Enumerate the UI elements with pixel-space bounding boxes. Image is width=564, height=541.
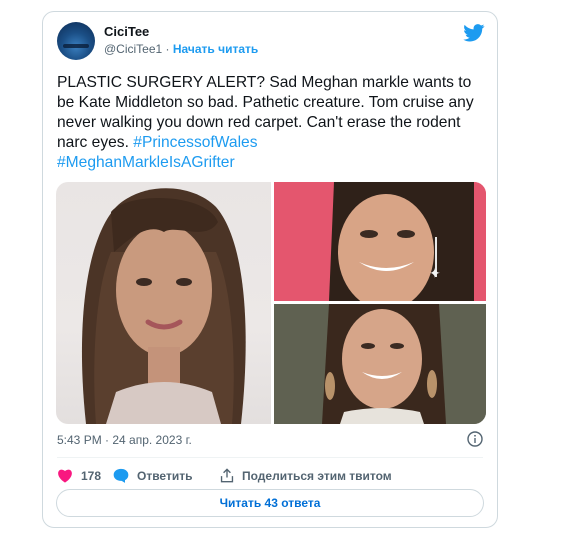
reply-label: Ответить	[137, 468, 193, 483]
tweet-text: PLASTIC SURGERY ALERT? Sad Meghan markle…	[57, 73, 487, 173]
likes-count: 178	[81, 468, 102, 483]
share-label: Поделиться этим твитом	[242, 468, 392, 483]
tweet-header: CiciTee @CiciTee1 · Начать читать	[57, 22, 485, 70]
reply-button[interactable]: Ответить	[113, 468, 192, 483]
separator-dot: ·	[162, 42, 173, 56]
media-grid: ✦	[56, 182, 486, 424]
author-handle[interactable]: @CiciTee1	[104, 42, 162, 56]
photo-kate-smiling-red[interactable]: ✦	[274, 182, 486, 301]
photo-kate-earrings[interactable]	[274, 304, 486, 424]
share-button[interactable]: Поделиться этим твитом	[220, 468, 392, 483]
tweet-card: CiciTee @CiciTee1 · Начать читать PLASTI…	[42, 11, 498, 528]
svg-text:✦: ✦	[429, 266, 441, 282]
follow-button[interactable]: Начать читать	[173, 42, 258, 56]
author-subline: @CiciTee1 · Начать читать	[104, 42, 258, 56]
tweet-body: PLASTIC SURGERY ALERT? Sad Meghan markle…	[57, 74, 474, 151]
hashtag-meghanmarkleisagrifter[interactable]: #MeghanMarkleIsAGrifter	[57, 154, 235, 171]
info-icon[interactable]	[467, 431, 483, 447]
read-replies-button[interactable]: Читать 43 ответа	[56, 489, 484, 517]
hashtag-princessofwales[interactable]: #PrincessofWales	[133, 134, 257, 151]
author-display-name[interactable]: CiciTee	[104, 24, 149, 39]
avatar[interactable]	[57, 22, 95, 60]
like-button[interactable]: 178	[57, 468, 101, 483]
share-icon	[220, 468, 234, 483]
twitter-bird-icon[interactable]	[463, 24, 485, 42]
photo-meghan-portrait[interactable]	[56, 182, 271, 424]
heart-icon	[58, 469, 72, 483]
reply-bubble-icon	[113, 468, 129, 483]
tweet-timestamp[interactable]: 5:43 PM · 24 апр. 2023 г.	[57, 433, 192, 447]
divider	[57, 457, 483, 458]
